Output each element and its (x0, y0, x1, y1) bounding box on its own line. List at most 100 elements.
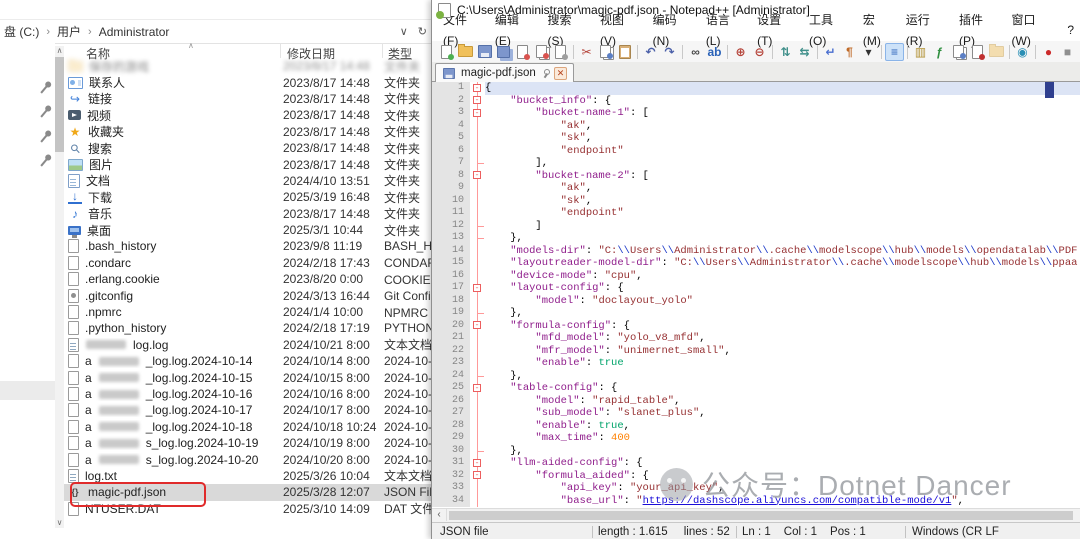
sync-vertical-icon[interactable]: ⇅ (776, 43, 795, 61)
code-line[interactable]: 18 "model": "doclayout_yolo" (432, 294, 1080, 307)
close-all-icon[interactable] (532, 43, 551, 61)
code-line[interactable]: 27 "sub_model": "slanet_plus", (432, 407, 1080, 420)
file-row[interactable]: .condarc 2024/2/18 17:43 CONDARC (64, 255, 431, 271)
code-line[interactable]: 21 "mfd_model": "yolo_v8_mfd", (432, 332, 1080, 345)
word-wrap-icon[interactable]: ↵ (821, 43, 840, 61)
zoom-out-icon[interactable]: ⊖ (750, 43, 769, 61)
file-row[interactable]: log.txt 2025/3/26 10:04 文本文档 (64, 468, 431, 484)
file-row[interactable]: .erlang.cookie 2023/8/20 0:00 COOKIE 文 (64, 271, 431, 287)
file-row[interactable]: .gitconfig 2024/3/13 16:44 Git Config (64, 287, 431, 303)
file-row[interactable]: .npmrc 2024/1/4 10:00 NPMRC 文 (64, 304, 431, 320)
fold-collapse-icon[interactable]: - (473, 83, 481, 92)
code-line[interactable]: 15 "layoutreader-model-dir": "C:\\Users\… (432, 257, 1080, 270)
fold-margin[interactable]: - (470, 282, 485, 295)
zoom-in-icon[interactable]: ⊕ (731, 43, 750, 61)
code-line[interactable]: 9 "ak", (432, 182, 1080, 195)
hscroll-thumb[interactable] (449, 511, 1073, 520)
fold-collapse-icon[interactable]: - (473, 96, 481, 105)
file-row[interactable]: NTUSER.DAT 2025/3/10 14:09 DAT 文件 (64, 501, 431, 517)
file-row[interactable]: ↪ 链接 2023/8/17 14:48 文件夹 (64, 91, 431, 107)
doc-switcher-icon[interactable] (949, 43, 968, 61)
file-row[interactable]: a _log.log.2024-10-14 2024/10/14 8:00 2024-… (64, 353, 431, 369)
fold-margin[interactable]: - (470, 94, 485, 107)
code-line[interactable]: 7 ], (432, 157, 1080, 170)
macro-stop-icon[interactable]: ■ (1058, 43, 1077, 61)
copy-icon[interactable] (596, 43, 615, 61)
code-line[interactable]: 12 ] (432, 219, 1080, 232)
file-row[interactable]: 视频 2023/8/17 14:48 文件夹 (64, 107, 431, 123)
find-icon[interactable]: ∞ (686, 43, 705, 61)
code-line[interactable]: 5 "sk", (432, 132, 1080, 145)
fold-collapse-icon[interactable]: - (473, 171, 481, 180)
code-line[interactable]: 34 "base_url": "https://dashscope.aliyun… (432, 494, 1080, 507)
code-line[interactable]: 11 "endpoint" (432, 207, 1080, 220)
file-row[interactable]: 保存的游戏 2023/8/17 14:48 文件夹 (64, 58, 431, 74)
fold-margin[interactable]: - (470, 382, 485, 395)
file-row[interactable]: a _log.log.2024-10-16 2024/10/16 8:00 2024-… (64, 386, 431, 402)
horizontal-scrollbar[interactable]: ‹ (432, 508, 1080, 522)
code-line[interactable]: 3- "bucket-name-1": [ (432, 107, 1080, 120)
scrollbar-up-icon[interactable]: ∧ (55, 46, 64, 56)
file-row[interactable]: a s_log.log.2024-10-19 2024/10/19 8:00 2024… (64, 435, 431, 451)
print-icon[interactable] (551, 43, 570, 61)
code-line[interactable]: 14 "models-dir": "C:\\Users\\Administrat… (432, 244, 1080, 257)
code-line[interactable]: 2- "bucket_info": { (432, 94, 1080, 107)
code-line[interactable]: 10 "sk", (432, 194, 1080, 207)
code-line[interactable]: 16 "device-mode": "cpu", (432, 269, 1080, 282)
fold-margin[interactable]: - (470, 469, 485, 482)
save-icon[interactable] (475, 43, 494, 61)
show-all-chars-icon[interactable]: ¶ (840, 43, 859, 61)
close-tab-icon[interactable]: ✕ (553, 66, 568, 80)
save-all-icon[interactable] (494, 43, 513, 61)
file-row[interactable]: 文档 2024/4/10 13:51 文件夹 (64, 173, 431, 189)
fold-collapse-icon[interactable]: - (473, 383, 481, 392)
code-line[interactable]: 26 "model": "rapid_table", (432, 394, 1080, 407)
undo-icon[interactable]: ↶ (641, 43, 660, 61)
fold-collapse-icon[interactable]: - (473, 283, 481, 292)
close-icon[interactable] (513, 43, 532, 61)
replace-icon[interactable]: ab (705, 43, 724, 61)
file-row[interactable]: .python_history 2024/2/18 17:19 PYTHON_ (64, 320, 431, 336)
code-line[interactable]: 6 "endpoint" (432, 144, 1080, 157)
fold-collapse-icon[interactable]: - (473, 321, 481, 330)
redo-icon[interactable]: ↷ (660, 43, 679, 61)
address-dropdown-icon[interactable]: ∨ (400, 25, 408, 38)
pin-tab-icon[interactable] (541, 68, 550, 78)
code-editor[interactable]: 1-{2- "bucket_info": {3- "bucket-name-1"… (432, 82, 1080, 508)
tab-magic-pdf-json[interactable]: magic-pdf.json ✕ (435, 63, 575, 82)
refresh-icon[interactable]: ↻ (418, 25, 427, 38)
file-row[interactable]: ↓ 下载 2025/3/19 16:48 文件夹 (64, 189, 431, 205)
file-row[interactable]: 图片 2023/8/17 14:48 文件夹 (64, 156, 431, 172)
file-row[interactable]: log.log 2024/10/21 8:00 文本文档 (64, 337, 431, 353)
file-row[interactable]: ⚲ 搜索 2023/8/17 14:48 文件夹 (64, 140, 431, 156)
code-line[interactable]: 13 }, (432, 232, 1080, 245)
breadcrumb-segment-drive[interactable]: 盘 (C:) (2, 23, 41, 40)
paste-icon[interactable] (615, 43, 634, 61)
breadcrumb-segment-administrator[interactable]: Administrator (97, 25, 172, 39)
new-file-icon[interactable] (437, 43, 456, 61)
code-line[interactable]: 29 "max_time": 400 (432, 432, 1080, 445)
file-row[interactable]: ♪ 音乐 2023/8/17 14:48 文件夹 (64, 206, 431, 222)
doc-map-icon[interactable]: ▥ (911, 43, 930, 61)
file-row[interactable]: .bash_history 2023/9/8 11:19 BASH_HIS (64, 238, 431, 254)
file-row[interactable]: {} magic-pdf.json 2025/3/28 12:07 JSON File (64, 484, 431, 501)
code-line[interactable]: 20- "formula-config": { (432, 319, 1080, 332)
code-line[interactable]: 30 }, (432, 444, 1080, 457)
fold-margin[interactable]: - (470, 319, 485, 332)
file-row[interactable]: a _log.log.2024-10-15 2024/10/15 8:00 2024-… (64, 369, 431, 385)
monitoring-icon[interactable]: ◉ (1013, 43, 1032, 61)
code-line[interactable]: 1-{ (432, 82, 1080, 95)
toolbar-dropdown-icon[interactable]: ▾ (859, 43, 878, 61)
explorer-scrollbar[interactable]: ∧ ∨ (55, 46, 64, 528)
code-line[interactable]: 32- "formula_aided": { (432, 469, 1080, 482)
fold-collapse-icon[interactable]: - (473, 108, 481, 117)
fold-margin[interactable]: - (470, 107, 485, 120)
open-file-icon[interactable] (456, 43, 475, 61)
file-row[interactable]: 桌面 2025/3/1 10:44 文件夹 (64, 222, 431, 238)
file-row[interactable]: 联系人 2023/8/17 14:48 文件夹 (64, 74, 431, 90)
code-line[interactable]: 25- "table-config": { (432, 382, 1080, 395)
sync-horizontal-icon[interactable]: ⇆ (795, 43, 814, 61)
breadcrumb-segment-users[interactable]: 用户 (55, 23, 83, 40)
indent-guide-icon[interactable]: ≡ (885, 42, 904, 61)
function-list-icon[interactable]: ƒ (930, 43, 949, 61)
